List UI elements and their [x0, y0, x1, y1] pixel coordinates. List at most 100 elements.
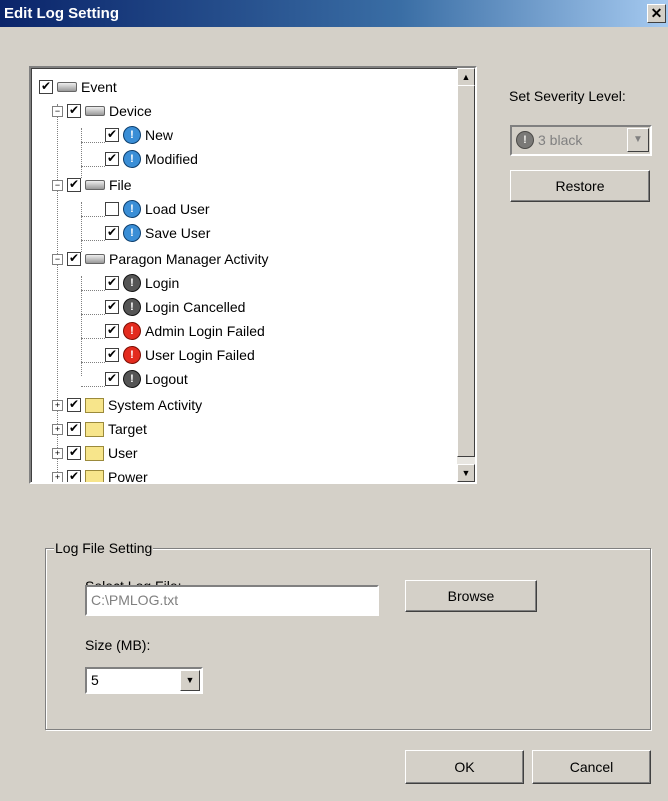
tree-node-paragon-activity[interactable]: − ✔ Paragon Manager Activity	[52, 248, 269, 270]
folder-icon	[85, 469, 104, 482]
tree-node-label: Logout	[145, 371, 188, 387]
device-checkbox[interactable]: ✔	[67, 104, 81, 118]
save-user-checkbox[interactable]: ✔	[105, 226, 119, 240]
folder-icon	[85, 397, 104, 413]
severity-black-icon: !	[516, 131, 534, 149]
tree-node-label: New	[145, 127, 174, 143]
severity-black-icon: !	[123, 298, 141, 316]
collapse-toggle[interactable]: −	[52, 179, 63, 191]
folder-icon	[85, 445, 104, 461]
tree-node-label: User	[108, 445, 138, 461]
tree-node-label: System Activity	[108, 397, 203, 413]
login-cancelled-checkbox[interactable]: ✔	[105, 300, 119, 314]
log-file-path-field[interactable]: C:\PMLOG.txt	[85, 585, 379, 616]
tree-node-user[interactable]: + ✔ User	[52, 442, 138, 464]
severity-red-icon: !	[123, 346, 141, 364]
severity-blue-icon: !	[123, 126, 141, 144]
window-title: Edit Log Setting	[4, 5, 119, 22]
tree-node-load-user[interactable]: ! Load User	[105, 198, 210, 220]
expand-toggle[interactable]: +	[52, 399, 63, 411]
tree-node-label: Device	[109, 103, 152, 119]
file-checkbox[interactable]: ✔	[67, 178, 81, 192]
system-activity-checkbox[interactable]: ✔	[67, 398, 81, 412]
event-checkbox[interactable]: ✔	[39, 80, 53, 94]
tree-node-new[interactable]: ✔ ! New	[105, 124, 173, 146]
logout-checkbox[interactable]: ✔	[105, 372, 119, 386]
tree-scrollbar[interactable]: ▲ ▼	[457, 68, 475, 482]
tree-node-logout[interactable]: ✔ ! Logout	[105, 368, 188, 390]
size-label: Size (MB):	[85, 637, 151, 653]
size-dropdown[interactable]: 5 ▼	[85, 667, 203, 694]
tree-node-label: Target	[108, 421, 147, 437]
severity-label: Set Severity Level:	[509, 88, 626, 104]
device-icon	[85, 106, 105, 116]
severity-value: 3 black	[538, 132, 583, 148]
new-checkbox[interactable]: ✔	[105, 128, 119, 142]
tree-node-event[interactable]: ✔ Event	[39, 76, 117, 98]
tree-node-label: User Login Failed	[145, 347, 255, 363]
severity-red-icon: !	[123, 322, 141, 340]
severity-blue-icon: !	[123, 200, 141, 218]
tree-node-target[interactable]: + ✔ Target	[52, 418, 147, 440]
tree-node-label: Event	[81, 79, 117, 95]
scroll-up-button[interactable]: ▲	[457, 68, 475, 86]
tree-node-modified[interactable]: ✔ ! Modified	[105, 148, 198, 170]
power-checkbox[interactable]: ✔	[67, 470, 81, 482]
modified-checkbox[interactable]: ✔	[105, 152, 119, 166]
tree-node-label: File	[109, 177, 132, 193]
paragon-activity-checkbox[interactable]: ✔	[67, 252, 81, 266]
log-file-path-value: C:\PMLOG.txt	[91, 592, 179, 608]
tree-node-save-user[interactable]: ✔ ! Save User	[105, 222, 210, 244]
ok-button[interactable]: OK	[405, 750, 524, 784]
device-icon	[57, 82, 77, 92]
severity-blue-icon: !	[123, 224, 141, 242]
scroll-down-button[interactable]: ▼	[457, 464, 475, 482]
tree-node-label: Login	[145, 275, 180, 291]
collapse-toggle[interactable]: −	[52, 253, 63, 265]
chevron-down-icon[interactable]: ▼	[180, 670, 200, 691]
severity-dropdown[interactable]: ! 3 black ▼	[510, 125, 652, 156]
tree-node-power[interactable]: + ✔ Power	[52, 466, 148, 482]
tree-node-label: Login Cancelled	[145, 299, 246, 315]
expand-toggle[interactable]: +	[52, 423, 63, 435]
severity-black-icon: !	[123, 274, 141, 292]
tree-content: ✔ Event − ✔ Device ✔ ! New ✔ ! Modified …	[31, 68, 449, 482]
tree-node-label: Load User	[145, 201, 210, 217]
event-tree[interactable]: ✔ Event − ✔ Device ✔ ! New ✔ ! Modified …	[29, 66, 477, 484]
tree-node-label: Modified	[145, 151, 198, 167]
scroll-thumb[interactable]	[457, 85, 475, 457]
user-login-failed-checkbox[interactable]: ✔	[105, 348, 119, 362]
browse-button[interactable]: Browse	[405, 580, 537, 612]
cancel-button[interactable]: Cancel	[532, 750, 651, 784]
tree-node-label: Paragon Manager Activity	[109, 251, 269, 267]
tree-node-system-activity[interactable]: + ✔ System Activity	[52, 394, 202, 416]
close-button[interactable]: ✕	[647, 4, 666, 23]
expand-toggle[interactable]: +	[52, 447, 63, 459]
size-value: 5	[91, 672, 99, 688]
tree-node-user-login-failed[interactable]: ✔ ! User Login Failed	[105, 344, 255, 366]
tree-node-label: Save User	[145, 225, 211, 241]
device-icon	[85, 254, 105, 264]
target-checkbox[interactable]: ✔	[67, 422, 81, 436]
device-icon	[85, 180, 105, 190]
expand-toggle[interactable]: +	[52, 471, 63, 482]
title-bar: Edit Log Setting ✕	[0, 0, 668, 27]
load-user-checkbox[interactable]	[105, 202, 119, 216]
chevron-down-icon[interactable]: ▼	[627, 128, 649, 152]
restore-button[interactable]: Restore	[510, 170, 650, 202]
tree-node-file[interactable]: − ✔ File	[52, 174, 132, 196]
login-checkbox[interactable]: ✔	[105, 276, 119, 290]
collapse-toggle[interactable]: −	[52, 105, 63, 117]
tree-node-label: Power	[108, 469, 148, 482]
admin-login-failed-checkbox[interactable]: ✔	[105, 324, 119, 338]
user-checkbox[interactable]: ✔	[67, 446, 81, 460]
severity-blue-icon: !	[123, 150, 141, 168]
folder-icon	[85, 421, 104, 437]
tree-node-device[interactable]: − ✔ Device	[52, 100, 152, 122]
tree-node-login-cancelled[interactable]: ✔ ! Login Cancelled	[105, 296, 245, 318]
tree-node-admin-login-failed[interactable]: ✔ ! Admin Login Failed	[105, 320, 265, 342]
group-title: Log File Setting	[54, 540, 154, 556]
severity-black-icon: !	[123, 370, 141, 388]
tree-node-label: Admin Login Failed	[145, 323, 265, 339]
tree-node-login[interactable]: ✔ ! Login	[105, 272, 179, 294]
